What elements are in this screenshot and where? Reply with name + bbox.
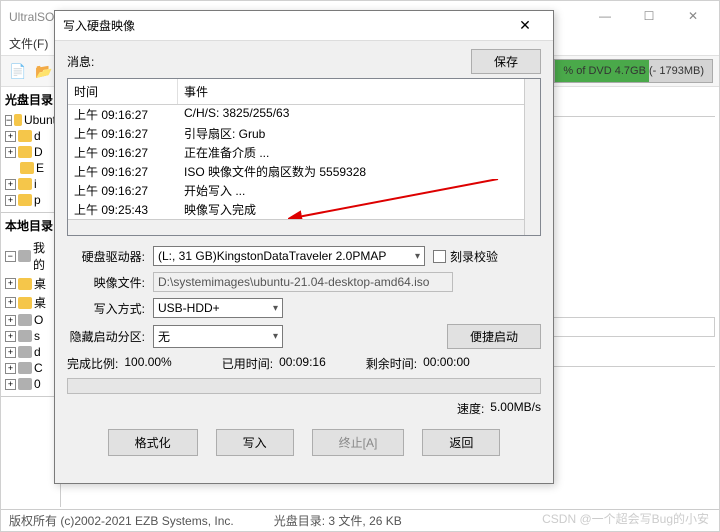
dialog-close-button[interactable]: ✕: [505, 17, 545, 34]
log-col-event[interactable]: 事件: [178, 79, 540, 104]
drive-label: 硬盘驱动器:: [67, 248, 153, 265]
completion-label: 完成比例:: [67, 355, 118, 372]
log-col-time[interactable]: 时间: [68, 79, 178, 104]
horizontal-scrollbar[interactable]: [68, 219, 524, 235]
abort-button: 终止[A]: [312, 429, 405, 456]
portable-boot-button[interactable]: 便捷启动: [447, 324, 541, 349]
new-icon[interactable]: 📄: [7, 60, 29, 82]
hidden-label: 隐藏启动分区:: [67, 328, 153, 345]
open-icon[interactable]: 📂: [33, 60, 55, 82]
vertical-scrollbar[interactable]: [524, 79, 540, 235]
close-button[interactable]: ✕: [675, 4, 711, 28]
speed-label: 速度:: [457, 400, 484, 417]
expand-icon[interactable]: −: [5, 251, 16, 262]
log-row[interactable]: 上午 09:16:27C/H/S: 3825/255/63: [68, 105, 540, 124]
image-path-field: D:\systemimages\ubuntu-21.04-desktop-amd…: [153, 272, 453, 292]
image-label: 映像文件:: [67, 274, 153, 291]
expand-icon[interactable]: +: [5, 278, 16, 289]
expand-icon[interactable]: −: [5, 115, 12, 126]
hidden-select[interactable]: 无▾: [153, 325, 283, 348]
computer-icon: [18, 250, 31, 262]
copyright-text: 版权所有 (c)2002-2021 EZB Systems, Inc.: [9, 512, 234, 529]
expand-icon[interactable]: +: [5, 331, 16, 342]
remaining-label: 剩余时间:: [366, 355, 417, 372]
expand-icon[interactable]: +: [5, 147, 16, 158]
drive-icon: [18, 330, 32, 342]
menu-file[interactable]: 文件(F): [9, 35, 48, 52]
log-list[interactable]: 时间 事件 上午 09:16:27C/H/S: 3825/255/63上午 09…: [67, 78, 541, 236]
elapsed-value: 00:09:16: [279, 355, 326, 372]
capacity-meter: % of DVD 4.7GB (- 1793MB): [554, 59, 713, 83]
expand-icon[interactable]: +: [5, 131, 16, 142]
folder-icon: [18, 278, 32, 290]
minimize-button[interactable]: —: [587, 4, 623, 28]
method-select[interactable]: USB-HDD+▾: [153, 298, 283, 318]
folder-icon: [18, 194, 32, 206]
expand-icon[interactable]: +: [5, 179, 16, 190]
chevron-down-icon: ▾: [273, 331, 278, 342]
cd-drive-icon: [18, 362, 32, 374]
messages-label: 消息:: [67, 53, 471, 70]
elapsed-label: 已用时间:: [222, 355, 273, 372]
cd-root-icon: [14, 114, 22, 126]
expand-icon[interactable]: +: [5, 347, 16, 358]
disc-tree-label: 光盘目录: [5, 91, 56, 108]
log-row[interactable]: 上午 09:25:43映像写入完成: [68, 200, 540, 219]
maximize-button[interactable]: ☐: [631, 4, 667, 28]
folder-icon: [18, 178, 32, 190]
log-row[interactable]: 上午 09:16:27ISO 映像文件的扇区数为 5559328: [68, 162, 540, 181]
completion-value: 100.00%: [124, 355, 171, 372]
remaining-value: 00:00:00: [423, 355, 470, 372]
log-row[interactable]: 上午 09:16:27正在准备介质 ...: [68, 143, 540, 162]
disc-summary: 光盘目录: 3 文件, 26 KB: [274, 512, 402, 529]
chevron-down-icon: ▾: [415, 251, 420, 262]
save-log-button[interactable]: 保存: [471, 49, 541, 74]
log-row[interactable]: 上午 09:16:27开始写入 ...: [68, 181, 540, 200]
back-button[interactable]: 返回: [422, 429, 500, 456]
folder-icon: [18, 297, 32, 309]
log-row[interactable]: 上午 09:16:27引导扇区: Grub: [68, 124, 540, 143]
verify-checkbox[interactable]: 刻录校验: [433, 248, 498, 265]
drive-icon: [18, 378, 32, 390]
expand-icon[interactable]: +: [5, 195, 16, 206]
local-tree-label: 本地目录: [5, 217, 56, 234]
dialog-titlebar[interactable]: 写入硬盘映像 ✕: [55, 11, 553, 41]
expand-icon[interactable]: +: [5, 363, 16, 374]
speed-value: 5.00MB/s: [490, 400, 541, 417]
drive-icon: [18, 346, 32, 358]
folder-icon: [18, 146, 32, 158]
window-controls: — ☐ ✕: [587, 4, 711, 28]
progress-bar: [67, 378, 541, 394]
expand-icon[interactable]: +: [5, 315, 16, 326]
format-button[interactable]: 格式化: [108, 429, 198, 456]
drive-icon: [18, 314, 32, 326]
watermark-text: CSDN @一个超会写Bug的小安: [542, 510, 709, 527]
drive-select[interactable]: (L:, 31 GB)KingstonDataTraveler 2.0PMAP▾: [153, 246, 425, 266]
dialog-title: 写入硬盘映像: [63, 17, 505, 34]
folder-icon: [20, 162, 34, 174]
expand-icon[interactable]: +: [5, 379, 16, 390]
write-disk-image-dialog: 写入硬盘映像 ✕ 消息: 保存 时间 事件 上午 09:16:27C/H/S: …: [54, 10, 554, 484]
folder-icon: [18, 130, 32, 142]
method-label: 写入方式:: [67, 300, 153, 317]
write-button[interactable]: 写入: [216, 429, 294, 456]
sidebar: 光盘目录 −Ubunt +d +D E +i +p 本地目录 −我的 +桌 +桌…: [1, 87, 61, 507]
expand-icon[interactable]: +: [5, 297, 16, 308]
chevron-down-icon: ▾: [273, 303, 278, 314]
